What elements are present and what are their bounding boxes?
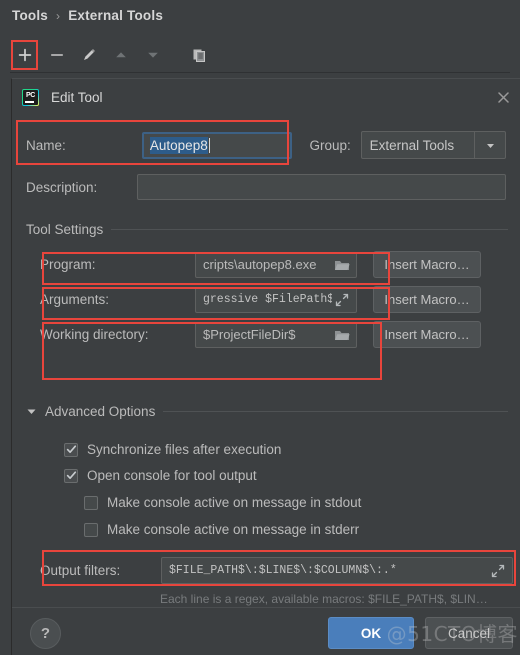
checkbox-row-console-active-stderr[interactable]: Make console active on message in stderr: [84, 522, 359, 537]
description-row: Description:: [26, 174, 506, 200]
working-directory-insert-macro-button[interactable]: Insert Macro…: [373, 321, 481, 348]
tool-settings-section-header: Tool Settings: [26, 222, 508, 237]
arguments-label: Arguments:: [40, 292, 110, 307]
expand-icon[interactable]: [332, 290, 352, 310]
checkbox-synchronize-files[interactable]: [64, 442, 78, 457]
copy-button[interactable]: [184, 41, 214, 69]
arguments-row: Arguments: gressive $FilePath$ Insert Ma…: [40, 286, 481, 313]
group-select-value: External Tools: [369, 137, 455, 153]
pycharm-logo-icon: PC: [22, 88, 39, 106]
remove-button[interactable]: [42, 41, 72, 69]
advanced-options-label: Advanced Options: [45, 404, 156, 419]
pencil-icon: [84, 49, 95, 60]
output-filters-hint: Each line is a regex, available macros: …: [160, 592, 488, 606]
dialog-title-bar: PC Edit Tool: [12, 79, 520, 115]
add-button[interactable]: [10, 41, 40, 69]
edit-tool-dialog: PC Edit Tool Name: Autopep8 Group: Exter…: [11, 78, 520, 655]
output-filters-input-value: $FILE_PATH$\:$LINE$\:$COLUMN$\:.*: [169, 564, 397, 577]
pycharm-external-tools-screen: Tools › External Tools PC Edit Tool Name…: [0, 0, 520, 655]
program-label: Program:: [40, 257, 96, 272]
chevron-down-icon[interactable]: [474, 132, 505, 158]
expand-icon[interactable]: [488, 561, 508, 581]
cancel-button[interactable]: Cancel: [425, 617, 513, 649]
checkbox-label-console-active-stdout: Make console active on message in stdout: [107, 495, 362, 510]
breadcrumb-separator-icon: ›: [56, 8, 61, 23]
plus-icon: [18, 48, 32, 62]
edit-button[interactable]: [74, 41, 104, 69]
checkbox-label-synchronize-files: Synchronize files after execution: [87, 442, 282, 457]
checkbox-label-console-active-stderr: Make console active on message in stderr: [107, 522, 360, 537]
checkbox-open-console[interactable]: [64, 468, 78, 483]
arguments-input[interactable]: gressive $FilePath$: [195, 286, 357, 313]
output-filters-row: Output filters: $FILE_PATH$\:$LINE$\:$CO…: [40, 557, 513, 584]
move-down-button[interactable]: [138, 41, 168, 69]
triangle-down-icon[interactable]: [26, 406, 37, 417]
folder-icon[interactable]: [332, 325, 352, 345]
program-insert-macro-button[interactable]: Insert Macro…: [373, 251, 481, 278]
section-divider: [163, 411, 508, 412]
program-input-value: cripts\autopep8.exe: [203, 257, 317, 272]
checkbox-console-active-stderr[interactable]: [84, 522, 98, 537]
name-row: Name: Autopep8 Group: External Tools: [26, 131, 506, 159]
description-input[interactable]: [137, 174, 506, 200]
output-filters-label: Output filters:: [40, 563, 121, 578]
move-up-button[interactable]: [106, 41, 136, 69]
arguments-insert-macro-button[interactable]: Insert Macro…: [373, 286, 481, 313]
arrow-up-icon: [116, 52, 126, 58]
checkbox-row-console-active-stdout[interactable]: Make console active on message in stdout: [84, 495, 361, 510]
name-label: Name:: [26, 137, 66, 153]
checkbox-row-open-console[interactable]: Open console for tool output: [64, 468, 257, 483]
arrow-down-icon: [148, 52, 158, 58]
working-directory-label: Working directory:: [40, 327, 149, 342]
breadcrumb-current: External Tools: [68, 8, 164, 23]
external-tools-toolbar: [10, 38, 510, 73]
section-divider: [111, 229, 508, 230]
arguments-input-value: gressive $FilePath$: [203, 293, 332, 306]
folder-icon[interactable]: [332, 255, 352, 275]
description-label: Description:: [26, 179, 98, 195]
advanced-options-section-header[interactable]: Advanced Options: [26, 404, 508, 419]
checkbox-row-synchronize-files[interactable]: Synchronize files after execution: [64, 442, 281, 457]
group-select[interactable]: External Tools: [360, 131, 506, 159]
program-input[interactable]: cripts\autopep8.exe: [195, 251, 357, 278]
name-input-value: Autopep8: [149, 136, 208, 154]
help-button[interactable]: ?: [30, 618, 61, 649]
copy-icon: [193, 49, 205, 62]
dialog-footer: ? OK Cancel: [12, 607, 520, 655]
working-directory-row: Working directory: $ProjectFileDir$ Inse…: [40, 321, 481, 348]
output-filters-input[interactable]: $FILE_PATH$\:$LINE$\:$COLUMN$\:.*: [161, 557, 513, 584]
dialog-title: Edit Tool: [51, 89, 103, 105]
text-caret: [208, 137, 210, 153]
ok-button[interactable]: OK: [328, 617, 414, 649]
breadcrumb: Tools › External Tools: [12, 8, 163, 23]
name-input[interactable]: Autopep8: [141, 131, 292, 159]
breadcrumb-root[interactable]: Tools: [12, 8, 48, 23]
minus-icon: [50, 54, 64, 56]
close-icon[interactable]: [493, 87, 513, 107]
program-row: Program: cripts\autopep8.exe Insert Macr…: [40, 251, 481, 278]
checkbox-label-open-console: Open console for tool output: [87, 468, 257, 483]
tool-settings-label: Tool Settings: [26, 222, 104, 237]
checkmark-icon: [66, 471, 76, 479]
group-label: Group:: [309, 137, 351, 153]
working-directory-input-value: $ProjectFileDir$: [203, 327, 296, 342]
checkbox-console-active-stdout[interactable]: [84, 495, 98, 510]
checkmark-icon: [66, 445, 76, 453]
working-directory-input[interactable]: $ProjectFileDir$: [195, 321, 357, 348]
